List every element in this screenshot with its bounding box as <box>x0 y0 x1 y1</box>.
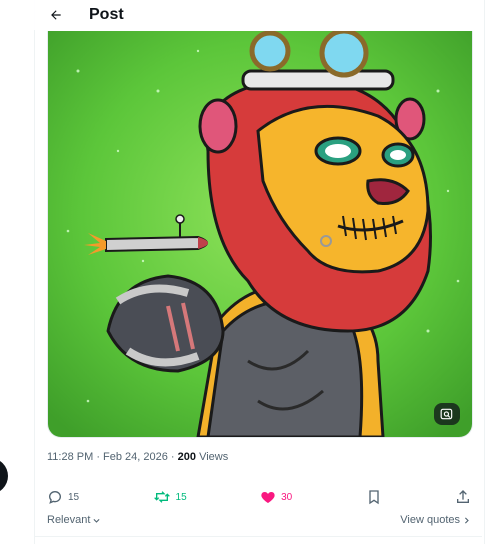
back-button[interactable] <box>45 4 67 26</box>
page-title: Post <box>89 6 124 23</box>
bookmark-button[interactable] <box>366 489 382 505</box>
reply-count: 15 <box>68 491 80 503</box>
chevron-right-icon <box>464 516 469 524</box>
views-count: 200 <box>177 451 197 463</box>
view-quotes-link[interactable]: View quotes <box>400 514 471 526</box>
arrow-left-icon <box>51 10 61 20</box>
like-button[interactable]: 30 <box>260 489 292 505</box>
repost-button[interactable]: 15 <box>153 489 187 505</box>
bookmark-icon <box>368 490 379 505</box>
floating-avatar-button[interactable] <box>0 458 8 494</box>
lion-artwork <box>48 31 472 437</box>
reply-controls: Relevant View quotes <box>47 512 471 528</box>
like-count: 30 <box>281 491 293 503</box>
repost-count: 15 <box>175 491 187 503</box>
sort-replies-dropdown[interactable]: Relevant <box>47 514 101 526</box>
image-search-icon <box>440 408 453 420</box>
post-header: Post <box>34 0 483 30</box>
reply-button[interactable]: 15 <box>47 489 79 505</box>
views-label: Views <box>196 451 229 463</box>
post-image[interactable] <box>47 31 473 438</box>
share-button[interactable] <box>455 489 471 505</box>
post-actions: 15 15 30 <box>47 487 471 507</box>
share-icon <box>457 490 469 503</box>
image-edit-button[interactable] <box>434 403 460 425</box>
repost-icon <box>153 491 170 503</box>
post-timestamp[interactable]: 11:28 PM · Feb 24, 2026 · <box>47 451 178 463</box>
heart-filled-icon <box>261 492 275 503</box>
post-metadata: 11:28 PM · Feb 24, 2026 · 200 Views <box>47 451 228 463</box>
chevron-down-icon <box>93 518 100 523</box>
divider <box>35 536 482 537</box>
view-quotes-label: View quotes <box>400 514 460 526</box>
sort-label: Relevant <box>47 514 91 526</box>
reply-icon <box>48 490 62 504</box>
